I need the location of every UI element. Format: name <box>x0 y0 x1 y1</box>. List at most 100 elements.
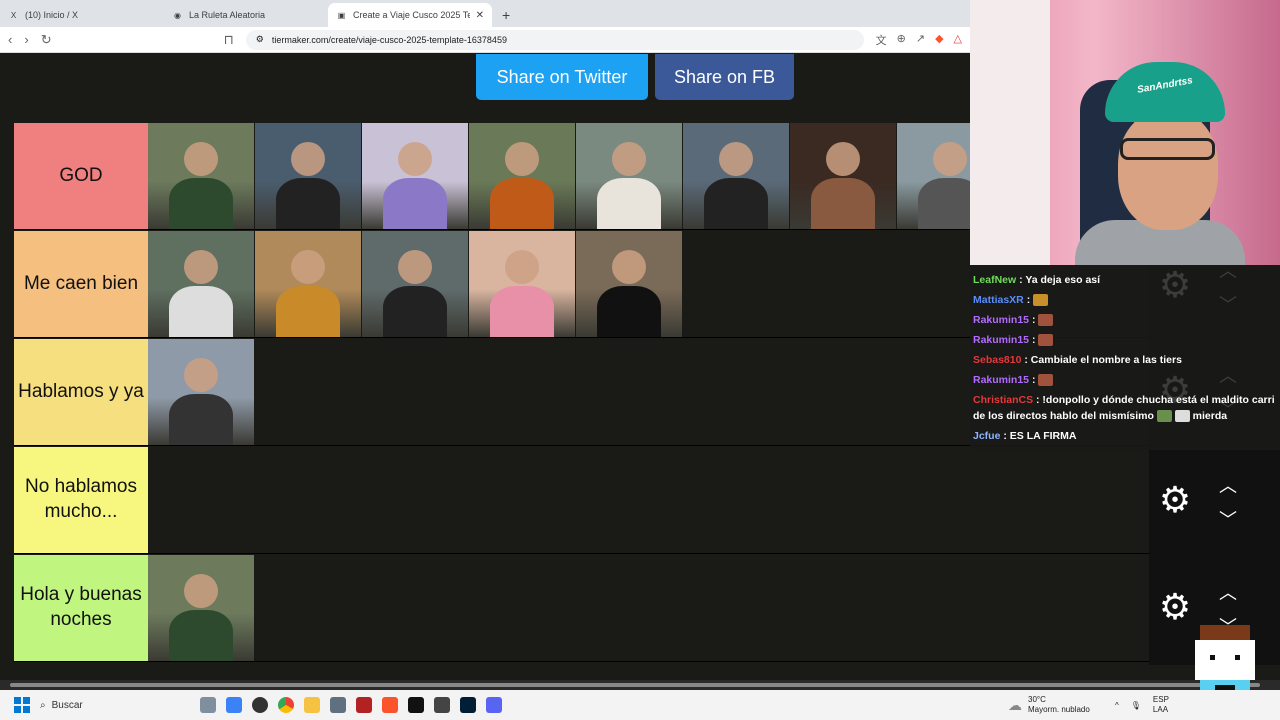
tier-items <box>148 231 683 337</box>
chevron-up-icon[interactable]: ︿ <box>1214 472 1242 498</box>
tier-item-photo[interactable] <box>148 555 254 661</box>
chat-message: Rakumin15 : <box>970 370 1280 390</box>
chat-username: Jcfue <box>973 430 1001 442</box>
obs-icon[interactable] <box>252 697 268 713</box>
horizontal-scrollbar[interactable] <box>0 680 1280 690</box>
tier-item-photo[interactable] <box>148 123 254 229</box>
reload-icon[interactable]: ↻ <box>41 32 52 48</box>
tier-row: No hablamos mucho... <box>14 447 1154 554</box>
forward-icon[interactable]: › <box>24 32 28 47</box>
chat-text: : <box>1031 334 1036 346</box>
new-tab-button[interactable]: + <box>492 7 520 27</box>
translate-icon[interactable]: 文 <box>876 32 887 48</box>
chat-text: : <box>1026 294 1031 306</box>
chat-overlay: LeafNew : Ya deja eso así MattiasXR : Rak… <box>970 265 1280 450</box>
gear-icon[interactable]: ⚙ <box>1157 482 1193 518</box>
tier-items <box>148 555 255 661</box>
file-explorer-icon[interactable] <box>304 697 320 713</box>
chat-username: LeafNew <box>973 274 1017 286</box>
zoom-icon[interactable]: ⊕ <box>897 32 906 48</box>
chat-username: Rakumin15 <box>973 314 1030 326</box>
chat-message: LeafNew : Ya deja eso así <box>970 270 1280 290</box>
chat-username: Rakumin15 <box>973 374 1030 386</box>
tier-item-photo[interactable] <box>148 231 254 337</box>
microphone-icon[interactable]: 🎙 <box>1131 701 1141 710</box>
system-tray: ^ 🎙 ESP LAA <box>1115 690 1169 720</box>
windows-start-icon[interactable] <box>14 697 30 713</box>
chat-message: Jcfue : ES LA FIRMA <box>970 426 1280 446</box>
chat-text: mierda <box>1192 410 1228 422</box>
tier-label[interactable]: Hola y buenas noches <box>14 555 148 661</box>
browser-tab[interactable]: X (10) Inicio / X <box>0 3 164 27</box>
share-facebook-button[interactable]: Share on FB <box>655 54 794 100</box>
emote-icon <box>1174 410 1190 423</box>
chat-message: ChristianCS : !donpollo y dónde chucha e… <box>970 390 1280 426</box>
share-twitter-button[interactable]: Share on Twitter <box>476 54 648 100</box>
tier-item-photo[interactable] <box>576 231 682 337</box>
chevron-up-icon[interactable]: ^ <box>1115 701 1119 710</box>
tier-item-photo[interactable] <box>362 123 468 229</box>
photoshop-icon[interactable] <box>460 697 476 713</box>
emote-icon <box>1156 410 1172 423</box>
browser-tabbar: X (10) Inicio / X ◉ La Ruleta Aleatoria ▣ Cre… <box>0 0 970 27</box>
tier-item-photo[interactable] <box>469 231 575 337</box>
bookmark-icon[interactable]: ⊓ <box>224 32 234 48</box>
chat-username: Sebas810 <box>973 354 1022 366</box>
taskbar-search[interactable]: ⌕ Buscar <box>40 693 190 717</box>
chat-username: ChristianCS <box>973 394 1034 406</box>
tab-title: Create a Viaje Cusco 2025 Templ <box>353 10 470 20</box>
tiktok-icon[interactable] <box>408 697 424 713</box>
tier-item-photo[interactable] <box>469 123 575 229</box>
chat-message: Rakumin15 : <box>970 330 1280 350</box>
app-icon[interactable] <box>356 697 372 713</box>
gear-icon[interactable]: ⚙ <box>1157 589 1193 625</box>
copilot-icon[interactable] <box>226 697 242 713</box>
tier-label[interactable]: Me caen bien <box>14 231 148 337</box>
chat-text: : <box>1031 374 1036 386</box>
language-indicator[interactable]: ESP LAA <box>1153 695 1169 715</box>
tier-row: Hola y buenas noches <box>14 555 1154 662</box>
chrome-icon[interactable] <box>278 697 294 713</box>
windows-taskbar: ⌕ Buscar ☁ 30°C Mayorm. nublado ^ 🎙 ESP L… <box>0 690 1280 720</box>
taskview-icon[interactable] <box>200 697 216 713</box>
tier-item-photo[interactable] <box>255 231 361 337</box>
brave-shield-icon[interactable]: ◆ <box>935 32 943 48</box>
tier-item-photo[interactable] <box>362 231 468 337</box>
emote-icon <box>1038 334 1054 347</box>
chat-text: : ES LA FIRMA <box>1003 430 1077 442</box>
url-input[interactable]: ⚙ tiermaker.com/create/viaje-cusco-2025-… <box>245 29 864 50</box>
browser-tab[interactable]: ◉ La Ruleta Aleatoria <box>164 3 328 27</box>
emote-icon <box>1038 314 1054 327</box>
tier-item-photo[interactable] <box>148 339 254 445</box>
webcam-overlay: SanAndrtss <box>970 0 1280 265</box>
chat-message: MattiasXR : <box>970 290 1280 310</box>
tier-item-photo[interactable] <box>576 123 682 229</box>
url-text: tiermaker.com/create/viaje-cusco-2025-te… <box>271 34 507 45</box>
chat-text: : Cambiale el nombre a las tiers <box>1024 354 1182 366</box>
tier-item-photo[interactable] <box>255 123 361 229</box>
tier-items <box>148 339 255 445</box>
tier-label[interactable]: Hablamos y ya <box>14 339 148 445</box>
chevron-down-icon[interactable]: ﹀ <box>1214 506 1242 532</box>
tab-favicon-icon: X <box>10 10 17 20</box>
weather-widget[interactable]: ☁ 30°C Mayorm. nublado <box>1008 690 1090 720</box>
tier-item-photo[interactable] <box>683 123 789 229</box>
back-icon[interactable]: ‹ <box>8 32 12 47</box>
browser-tab[interactable]: ▣ Create a Viaje Cusco 2025 Templ ✕ <box>328 3 492 27</box>
emote-icon <box>1033 294 1049 307</box>
close-tab-icon[interactable]: ✕ <box>476 10 484 21</box>
tier-label[interactable]: No hablamos mucho... <box>14 447 148 553</box>
address-bar: ‹ › ↻ ⊓ ⚙ tiermaker.com/create/viaje-cus… <box>0 27 970 53</box>
chevron-up-icon[interactable]: ︿ <box>1214 579 1242 605</box>
capcut-icon[interactable] <box>434 697 450 713</box>
brave-icon[interactable] <box>382 697 398 713</box>
tier-item-photo[interactable] <box>790 123 896 229</box>
site-info-icon[interactable]: ⚙ <box>256 34 264 45</box>
tier-label[interactable]: GOD <box>14 123 148 229</box>
tab-title: La Ruleta Aleatoria <box>189 10 266 20</box>
tab-favicon-icon: ▣ <box>337 10 346 20</box>
brave-rewards-icon[interactable]: △ <box>954 32 962 48</box>
settings-icon[interactable] <box>330 697 346 713</box>
discord-icon[interactable] <box>486 697 502 713</box>
share-icon[interactable]: ↗ <box>916 32 925 48</box>
